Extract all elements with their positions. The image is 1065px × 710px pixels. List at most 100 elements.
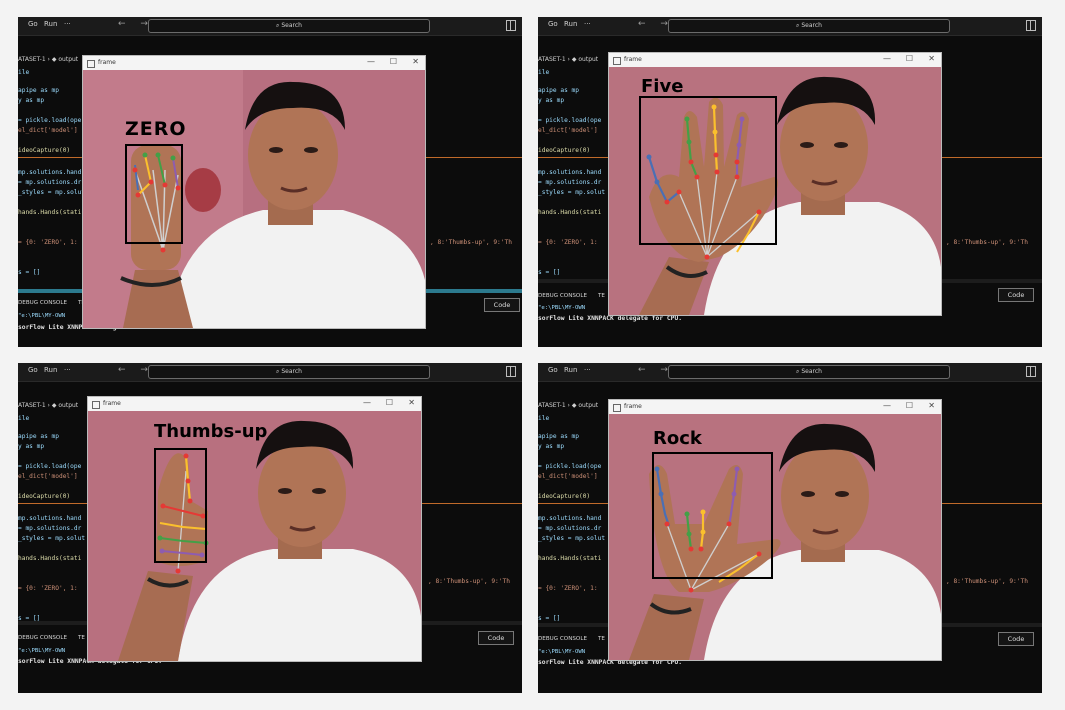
tab-debug-console[interactable]: DEBUG CONSOLE — [18, 635, 67, 641]
screenshot-panel-rock: Go Run ··· ← → ⌕ Search ATASET-1 › ◆ out… — [538, 363, 1042, 693]
screenshot-panel-five: Go Run ··· ← → ⌕ Search ATASET-1 › ◆ out… — [538, 17, 1042, 347]
breadcrumb[interactable]: ATASET-1 › ◆ output — [18, 56, 78, 63]
code-line: apipe as mp — [538, 87, 579, 94]
menu-run[interactable]: Run — [44, 366, 57, 374]
code-line: apipe as mp — [18, 433, 59, 440]
minimize-icon[interactable]: — — [367, 57, 375, 66]
menu-more[interactable]: ··· — [64, 20, 71, 28]
menu-go[interactable]: Go — [548, 20, 558, 28]
breadcrumb[interactable]: ATASET-1 › ◆ output — [538, 56, 598, 63]
maximize-icon[interactable]: ☐ — [906, 401, 913, 410]
layout-toggle-icon[interactable] — [506, 20, 516, 31]
menu-go[interactable]: Go — [548, 366, 558, 374]
title-bar: Go Run ··· ← → ⌕ Search — [18, 363, 522, 382]
close-icon[interactable]: ✕ — [412, 57, 419, 66]
window-icon — [87, 60, 95, 68]
layout-toggle-icon[interactable] — [1026, 20, 1036, 31]
search-input[interactable]: ⌕ Search — [148, 19, 430, 33]
close-icon[interactable]: ✕ — [408, 398, 415, 407]
code-line: apipe as mp — [18, 87, 59, 94]
search-input[interactable]: ⌕ Search — [668, 365, 950, 379]
menu-more[interactable]: ··· — [584, 20, 591, 28]
code-line: = {0: 'ZERO', 1: — [538, 585, 598, 592]
code-line: ile — [18, 69, 30, 76]
menu-go[interactable]: Go — [28, 366, 38, 374]
frame-title: frame — [624, 56, 642, 63]
code-line: hands.Hands(stati — [538, 209, 602, 216]
tab-terminal[interactable]: TE — [598, 293, 605, 299]
frame-window[interactable]: frame — ☐ ✕ — [608, 52, 942, 316]
terminal-output: sorFlow Lite XNNPACK delegate for CPU. — [538, 315, 683, 322]
code-line: = pickle.load(ope — [538, 117, 602, 124]
webcam-view: ZERO — [83, 70, 425, 328]
maximize-icon[interactable]: ☐ — [390, 57, 397, 66]
minimize-icon[interactable]: — — [363, 398, 371, 407]
tab-debug-console[interactable]: DEBUG CONSOLE — [538, 636, 587, 642]
window-icon — [613, 404, 621, 412]
layout-toggle-icon[interactable] — [1026, 366, 1036, 377]
close-icon[interactable]: ✕ — [928, 401, 935, 410]
code-line: = mp.solutions.dr — [538, 179, 602, 186]
frame-window[interactable]: frame — ☐ ✕ — [82, 55, 426, 329]
code-line: ile — [538, 415, 550, 422]
menu-more[interactable]: ··· — [64, 366, 71, 374]
tab-debug-console[interactable]: DEBUG CONSOLE — [538, 293, 587, 299]
prediction-label: Thumbs-up — [154, 421, 268, 442]
frame-title: frame — [98, 59, 116, 66]
terminal-path: "e:\PBL\MY-OWN — [18, 313, 66, 319]
code-button[interactable]: Code — [998, 632, 1034, 646]
menu-run[interactable]: Run — [564, 366, 577, 374]
menu-go[interactable]: Go — [28, 20, 38, 28]
tab-terminal[interactable]: TE — [78, 635, 85, 641]
frame-titlebar[interactable]: frame — ☐ ✕ — [609, 53, 941, 68]
code-line: s = [] — [538, 269, 561, 276]
menu-run[interactable]: Run — [564, 20, 577, 28]
code-line: _styles = mp.solut — [18, 535, 86, 542]
webcam-view: Five — [609, 67, 941, 315]
code-line: = {0: 'ZERO', 1: — [18, 239, 78, 246]
tab-debug-console[interactable]: DEBUG CONSOLE — [18, 300, 67, 306]
code-line: mp.solutions.hand — [18, 169, 82, 176]
code-line: = mp.solutions.dr — [538, 525, 602, 532]
frame-titlebar[interactable]: frame — ☐ ✕ — [609, 400, 941, 415]
prediction-label: ZERO — [125, 118, 187, 140]
menu-more[interactable]: ··· — [584, 366, 591, 374]
code-button[interactable]: Code — [478, 631, 514, 645]
code-line: _styles = mp.solut — [538, 189, 606, 196]
title-bar: Go Run ··· ← → ⌕ Search — [18, 17, 522, 36]
code-line: apipe as mp — [538, 433, 579, 440]
tab-terminal[interactable]: TE — [598, 636, 605, 642]
webcam-view: Thumbs-up — [88, 411, 421, 661]
title-bar: Go Run ··· ← → ⌕ Search — [538, 363, 1042, 382]
window-icon — [613, 57, 621, 65]
frame-titlebar[interactable]: frame — ☐ ✕ — [88, 397, 421, 412]
code-line: y as mp — [538, 97, 565, 104]
code-line: hands.Hands(stati — [538, 555, 602, 562]
code-button[interactable]: Code — [484, 298, 520, 312]
minimize-icon[interactable]: — — [883, 401, 891, 410]
search-input[interactable]: ⌕ Search — [668, 19, 950, 33]
code-line: = pickle.load(ope — [538, 463, 602, 470]
code-line-right: , 8:'Thumbs-up', 9:'Th — [430, 239, 512, 246]
window-icon — [92, 401, 100, 409]
close-icon[interactable]: ✕ — [928, 54, 935, 63]
code-line: ideoCapture(0) — [538, 493, 591, 500]
code-line: y as mp — [538, 443, 565, 450]
code-line: _styles = mp.solut — [538, 535, 606, 542]
maximize-icon[interactable]: ☐ — [906, 54, 913, 63]
frame-title: frame — [624, 403, 642, 410]
code-button[interactable]: Code — [998, 288, 1034, 302]
code-line: el_dict['model'] — [18, 473, 78, 480]
search-input[interactable]: ⌕ Search — [148, 365, 430, 379]
code-line: y as mp — [18, 97, 45, 104]
breadcrumb[interactable]: ATASET-1 › ◆ output — [538, 402, 598, 409]
layout-toggle-icon[interactable] — [506, 366, 516, 377]
code-line: mp.solutions.hand — [538, 515, 602, 522]
frame-titlebar[interactable]: frame — ☐ ✕ — [83, 56, 425, 71]
minimize-icon[interactable]: — — [883, 54, 891, 63]
frame-window[interactable]: frame — ☐ ✕ — [87, 396, 422, 662]
breadcrumb[interactable]: ATASET-1 › ◆ output — [18, 402, 78, 409]
maximize-icon[interactable]: ☐ — [386, 398, 393, 407]
menu-run[interactable]: Run — [44, 20, 57, 28]
frame-window[interactable]: frame — ☐ ✕ — [608, 399, 942, 661]
